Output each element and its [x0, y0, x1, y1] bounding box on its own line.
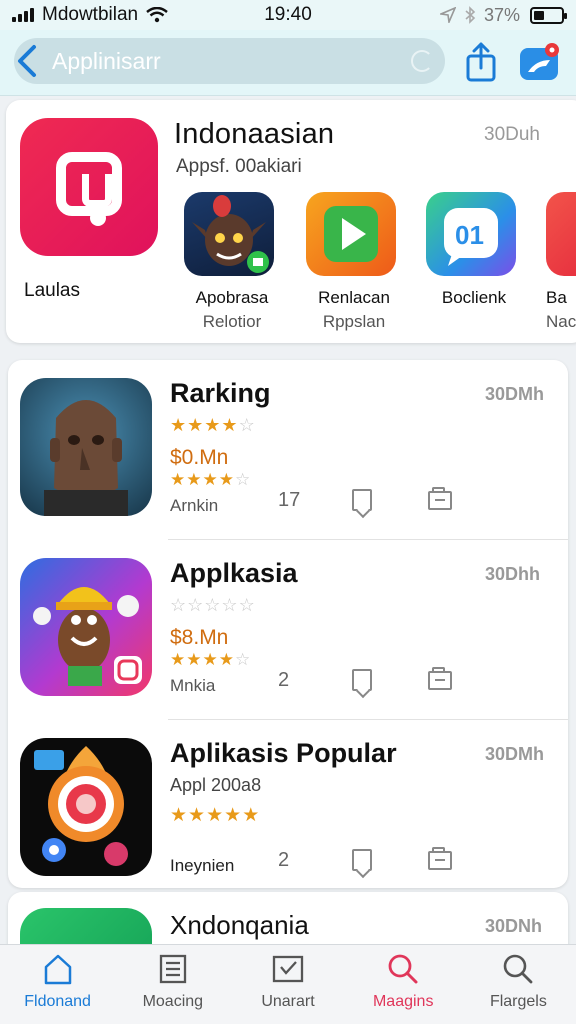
- wooden-mask-app-icon: [20, 378, 152, 516]
- folder-icon[interactable]: [426, 666, 502, 694]
- play-icon: [306, 192, 396, 276]
- mini-app-4-name: Ba: [546, 288, 567, 307]
- mini-app-3[interactable]: 01 Boclienk: [426, 192, 522, 312]
- rating-stars-secondary: ★★★★☆: [170, 650, 252, 669]
- mini-app-3-name: Boclienk: [441, 288, 507, 307]
- app-size: 30DMh: [485, 744, 545, 764]
- app-list: Rarking 30DMh ★★★★☆ $0.Mn ★★★★☆ Arnkin 1…: [8, 360, 568, 888]
- share-icon[interactable]: [462, 42, 500, 82]
- rating-stars: ★★★★★: [170, 805, 261, 826]
- comment-count: 17: [278, 488, 301, 511]
- list-item[interactable]: Aplikasis Popular 30DMh Appl 200a8 ★★★★★…: [8, 720, 568, 900]
- tab-search[interactable]: Flargels: [461, 945, 576, 1024]
- tab-label: Maagins: [372, 993, 434, 1010]
- rating-stars-secondary: ★★★★☆: [170, 470, 252, 489]
- rating-stars: ★★★★☆: [170, 415, 256, 435]
- bookmark-icon[interactable]: [350, 486, 426, 514]
- search-red-icon: [388, 954, 418, 984]
- app-price: $8.Mn: [170, 626, 229, 649]
- tab-mail[interactable]: Unarart: [230, 945, 345, 1024]
- partial-app-icon: [546, 192, 576, 276]
- app-subtitle: Appl 200a8: [170, 775, 262, 795]
- mini-app-2-sub: Rppslan: [322, 312, 386, 331]
- comment-count-button[interactable]: 2: [274, 846, 350, 874]
- bluetooth-icon: [465, 6, 476, 24]
- tab-bar: Fldonand Moacing Unarart Maagins Flargel…: [0, 944, 576, 1024]
- battery-icon: [530, 6, 567, 24]
- note-icon[interactable]: [426, 846, 502, 874]
- navigation-bar: Applinisarr: [0, 30, 576, 96]
- mini-app-1-name: Apobrasa: [195, 288, 269, 307]
- featured-label: Laulas: [24, 280, 80, 301]
- tab-home[interactable]: Fldonand: [0, 945, 115, 1024]
- search-icon: [504, 954, 533, 984]
- status-bar: Mdowtbilan 19:40 37%: [0, 0, 576, 30]
- featured-size: 30Duh: [484, 124, 540, 145]
- location-icon: [439, 7, 456, 23]
- app-size: 30Dhh: [485, 564, 541, 584]
- tab-label: Moacing: [142, 993, 204, 1010]
- app-size: 30DNh: [485, 916, 543, 936]
- battery-fill: [534, 10, 544, 20]
- signal-icon: [12, 8, 34, 22]
- folder-icon[interactable]: [426, 486, 502, 514]
- app-title: Xndonqania: [170, 910, 309, 940]
- tab-label: Flargels: [489, 993, 547, 1010]
- battery-percent: 37%: [483, 4, 520, 25]
- mini-app-1-sub: Relotior: [202, 312, 262, 331]
- mask-character-icon: [184, 192, 274, 276]
- home-icon: [44, 954, 71, 985]
- refresh-icon[interactable]: [411, 50, 433, 72]
- tab-search-active[interactable]: Maagins: [346, 945, 461, 1024]
- featured-title: Indonaasian: [174, 118, 335, 150]
- cartoon-character-app-icon: [20, 558, 152, 696]
- comment-count: 2: [278, 848, 290, 871]
- app-price: $0.Mn: [170, 446, 229, 469]
- app-title: Aplikasis Popular: [170, 738, 397, 768]
- mini-app-1[interactable]: Apobrasa Relotior: [184, 192, 280, 332]
- search-field[interactable]: Applinisarr: [14, 38, 445, 84]
- list-item[interactable]: Applkasia 30Dhh ☆☆☆☆☆ $8.Mn ★★★★☆ Mnkia …: [8, 540, 568, 720]
- svg-text:01: 01: [455, 220, 484, 250]
- list-item[interactable]: Rarking 30DMh ★★★★☆ $0.Mn ★★★★☆ Arnkin 1…: [8, 360, 568, 540]
- mini-app-4[interactable]: Ba Nac: [546, 192, 576, 332]
- mini-app-2-name: Renlacan: [318, 288, 390, 307]
- mini-app-2[interactable]: Renlacan Rppslan: [306, 192, 402, 332]
- mini-app-4-sub: Nac: [546, 312, 576, 331]
- app-category: Arnkin: [170, 496, 219, 515]
- app-category: Mnkia: [170, 676, 216, 695]
- app-size: 30DMh: [485, 384, 545, 404]
- app-category: Ineynien: [170, 856, 235, 875]
- list-item-partial[interactable]: Xndonqania 30DNh: [8, 892, 568, 952]
- back-chevron-icon[interactable]: [16, 44, 38, 78]
- bookmark-icon[interactable]: [350, 666, 426, 694]
- list-icon: [159, 954, 186, 984]
- tab-label: Fldonand: [24, 993, 91, 1010]
- chat-bubble-icon: 01: [426, 192, 516, 276]
- featured-subtitle: Appsf. 00akiari: [176, 156, 302, 177]
- comment-count: 2: [278, 668, 290, 691]
- carrier-name: Mdowtbilan: [42, 4, 139, 25]
- mail-icon: [272, 955, 304, 983]
- featured-app-icon[interactable]: [20, 118, 158, 256]
- comment-count-button[interactable]: 17: [274, 486, 350, 514]
- rating-stars: ☆☆☆☆☆: [170, 595, 256, 615]
- wifi-icon: [146, 7, 168, 23]
- camera-lens-app-icon: [20, 738, 152, 876]
- messages-icon[interactable]: [518, 42, 562, 84]
- app-title: Rarking: [170, 378, 271, 408]
- comment-count-button[interactable]: 2: [274, 666, 350, 694]
- bookmark-icon[interactable]: [350, 846, 426, 874]
- search-text: Applinisarr: [52, 47, 161, 74]
- tab-list[interactable]: Moacing: [115, 945, 230, 1024]
- tab-label: Unarart: [261, 993, 315, 1010]
- featured-card[interactable]: Laulas Indonaasian Appsf. 00akiari 30Duh…: [6, 100, 576, 343]
- app-title: Applkasia: [170, 558, 298, 588]
